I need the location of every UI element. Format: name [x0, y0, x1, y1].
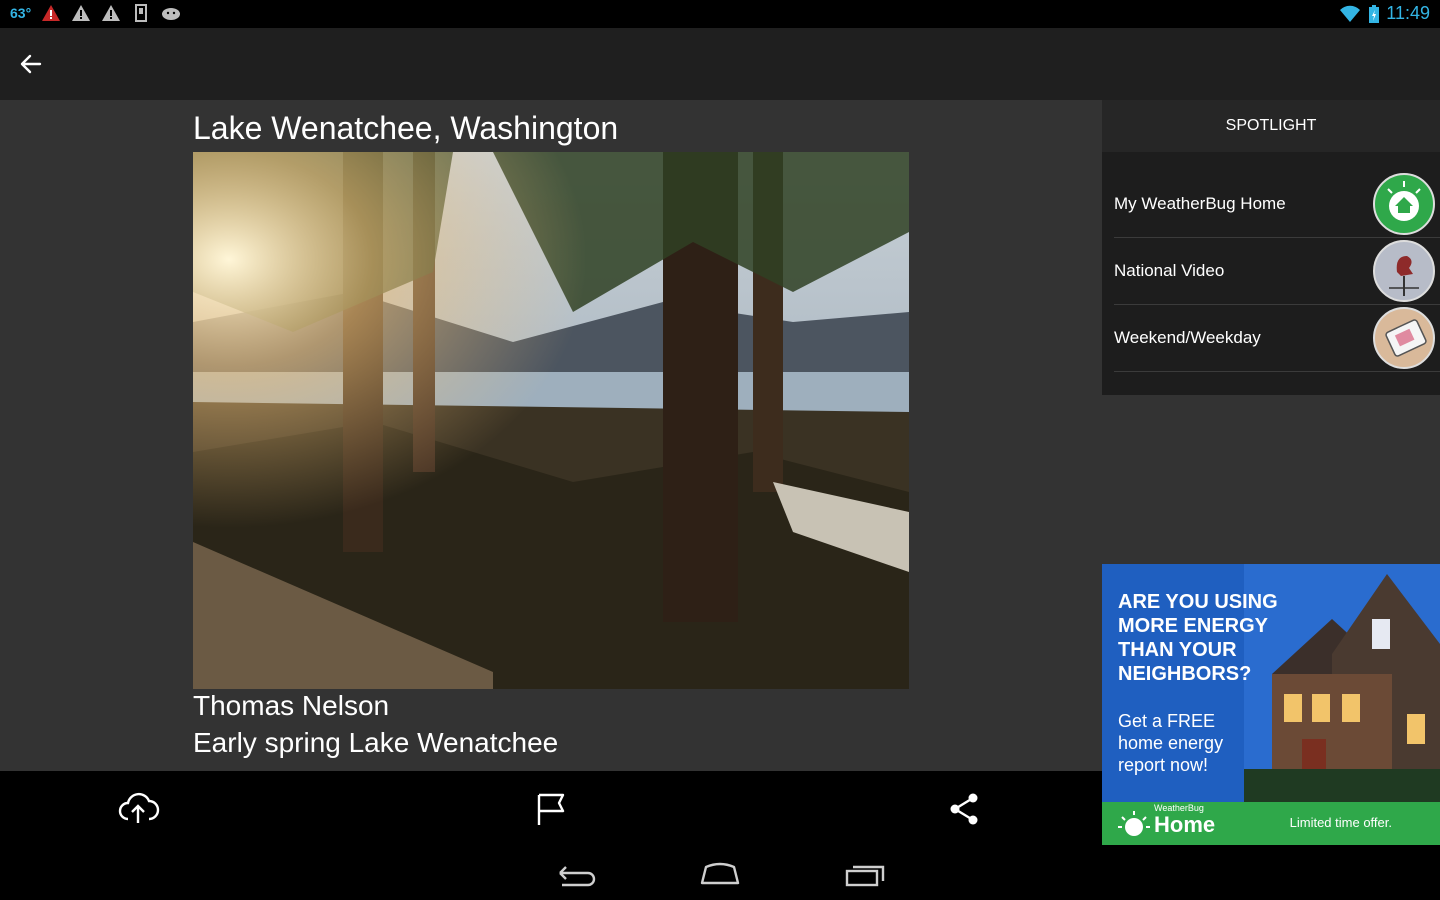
cloud-upload-icon[interactable] [116, 789, 160, 829]
status-bar: 63° 11:49 [0, 0, 1440, 28]
warning-icon [72, 5, 91, 21]
alert-red-icon [42, 5, 61, 21]
storage-icon [135, 4, 148, 22]
photo-title: Lake Wenatchee, Washington [193, 110, 619, 146]
wifi-icon [1340, 5, 1361, 22]
ad-brand: Home [1154, 812, 1216, 837]
spotlight-item-national-video[interactable]: National Video [1114, 237, 1440, 305]
spotlight-item-weekend-weekday[interactable]: Weekend/Weekday [1114, 304, 1440, 372]
forest-lake-photo [193, 152, 909, 689]
android-icon [162, 8, 181, 20]
photo-author: Thomas Nelson [193, 690, 390, 721]
arrow-left-icon[interactable] [14, 50, 50, 78]
photo-toolbar [0, 771, 1102, 847]
photo-description: Early spring Lake Wenatchee [193, 727, 559, 758]
photo-detail-panel: Lake Wenatchee, Washington Thomas Nelson… [0, 100, 1102, 771]
ad-footer: WeatherBug Home Limited time offer. [1102, 802, 1440, 845]
ad-subtext: Get a FREE home energy report now! [1118, 711, 1224, 775]
ad-banner[interactable]: ARE YOU USING MORE ENERGY THAN YOUR NEIG… [1102, 564, 1440, 845]
battery-icon [1369, 4, 1380, 23]
status-right: 11:49 [1338, 3, 1430, 24]
action-bar [0, 28, 1440, 100]
clock: 11:49 [1386, 3, 1430, 23]
ad-offer: Limited time offer. [1289, 815, 1392, 830]
share-icon[interactable] [943, 789, 987, 829]
weatherbug-logo-icon [1118, 811, 1150, 836]
spotlight-header: SPOTLIGHT [1102, 100, 1440, 153]
home-nav-icon[interactable] [696, 859, 744, 889]
weathervane-icon [1373, 240, 1435, 302]
flag-icon[interactable] [529, 789, 573, 829]
spotlight-item-label: Weekend/Weekday [1114, 328, 1261, 347]
ad-headline: ARE YOU USING MORE ENERGY THAN YOUR NEIG… [1118, 591, 1278, 685]
warning-icon [102, 5, 121, 21]
spotlight-list: My WeatherBug Home National Video Weeken… [1102, 152, 1440, 395]
spotlight-item-label: My WeatherBug Home [1114, 194, 1286, 213]
photo-image [193, 152, 909, 689]
tablet-hands-icon [1373, 307, 1435, 369]
recents-nav-icon[interactable] [841, 859, 889, 889]
temperature-indicator: 63° [10, 5, 32, 21]
back-nav-icon[interactable] [552, 859, 600, 889]
weatherbug-home-icon [1373, 173, 1435, 235]
sidebar-empty-area [1102, 395, 1440, 564]
spotlight-item-label: National Video [1114, 261, 1225, 280]
status-left: 63° [10, 4, 181, 22]
system-nav-bar [0, 847, 1440, 900]
spotlight-item-weatherbug-home[interactable]: My WeatherBug Home [1114, 170, 1440, 238]
spotlight-sidebar: SPOTLIGHT My WeatherBug Home National Vi… [1102, 100, 1440, 564]
